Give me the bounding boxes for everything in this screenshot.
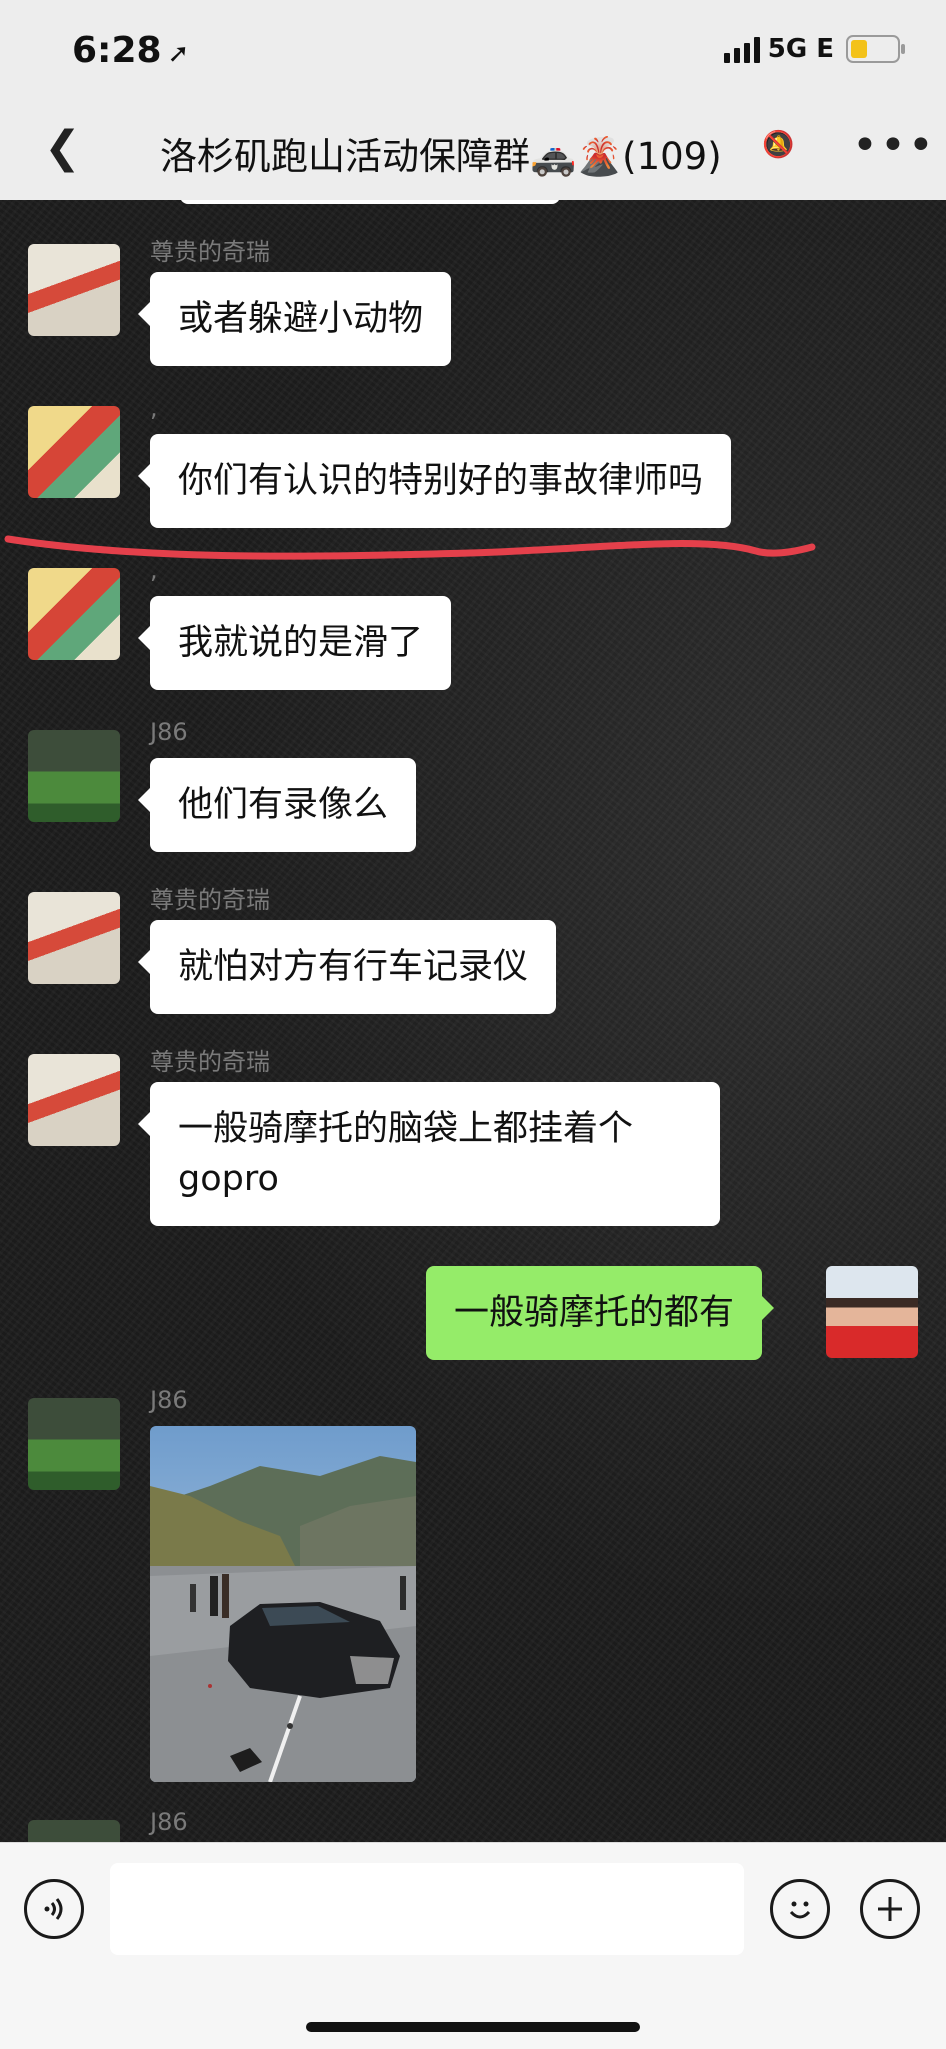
accident-photo[interactable] xyxy=(150,1426,416,1782)
previous-message-edge xyxy=(180,200,560,204)
voice-input-icon[interactable] xyxy=(24,1879,84,1939)
avatar[interactable] xyxy=(28,1820,120,1842)
avatar[interactable] xyxy=(28,244,120,336)
avatar[interactable] xyxy=(28,730,120,822)
emoji-icon[interactable] xyxy=(770,1879,830,1939)
location-arrow-icon: ➚ xyxy=(167,39,190,69)
sender-name: 尊贵的奇瑞 xyxy=(150,886,270,914)
avatar[interactable] xyxy=(28,568,120,660)
message-bubble[interactable]: 或者躲避小动物 xyxy=(137,272,452,366)
status-indicators: 5G E xyxy=(723,34,905,64)
avatar[interactable] xyxy=(28,406,120,498)
back-icon[interactable]: ❮ xyxy=(44,122,81,173)
signal-icon xyxy=(723,35,760,63)
battery-icon xyxy=(846,35,905,63)
mute-bell-icon: 🔕 xyxy=(762,130,795,160)
network-label: 5G E xyxy=(767,34,834,64)
chat-title: 洛杉矶跑山活动保障群🚓🌋(109) xyxy=(160,135,722,178)
add-more-icon[interactable] xyxy=(860,1879,920,1939)
sender-name: , xyxy=(150,556,158,584)
message-bubble[interactable]: 一般骑摩托的脑袋上都挂着个gopro xyxy=(138,1082,720,1226)
more-options-icon[interactable]: ••• xyxy=(852,120,936,171)
status-time: 6:28 ➚ xyxy=(72,30,190,71)
message-bubble[interactable]: 你们有认识的特别好的事故律师吗 xyxy=(137,434,732,528)
sender-name: J86 xyxy=(150,1808,188,1836)
avatar[interactable] xyxy=(28,1054,120,1146)
my-message-bubble[interactable]: 一般骑摩托的都有 xyxy=(426,1266,775,1360)
accident-photo-image xyxy=(150,1426,416,1782)
chat-area[interactable]: 尊贵的奇瑞 或者躲避小动物 , 你们有认识的特别好的事故律师吗 , 我就说的是滑… xyxy=(0,200,946,1842)
avatar[interactable] xyxy=(28,1398,120,1490)
avatar[interactable] xyxy=(28,892,120,984)
top-bar: 6:28 ➚ 5G E ❮ 洛杉矶跑山活动保障群🚓🌋(109) 🔕 ••• xyxy=(0,0,946,201)
sender-name: 尊贵的奇瑞 xyxy=(150,238,270,266)
red-underline-mark xyxy=(4,535,816,560)
sender-name: 尊贵的奇瑞 xyxy=(150,1048,270,1076)
message-bubble[interactable]: 我就说的是滑了 xyxy=(137,596,452,690)
sender-name: J86 xyxy=(150,1386,188,1414)
message-bubble[interactable]: 他们有录像么 xyxy=(137,758,417,852)
my-avatar[interactable] xyxy=(826,1266,918,1358)
home-indicator xyxy=(306,2022,640,2032)
sender-name: , xyxy=(150,394,158,422)
input-bar xyxy=(0,1842,946,2049)
message-bubble[interactable]: 就怕对方有行车记录仪 xyxy=(137,920,557,1014)
sender-name: J86 xyxy=(150,718,188,746)
message-input[interactable] xyxy=(110,1863,744,1955)
